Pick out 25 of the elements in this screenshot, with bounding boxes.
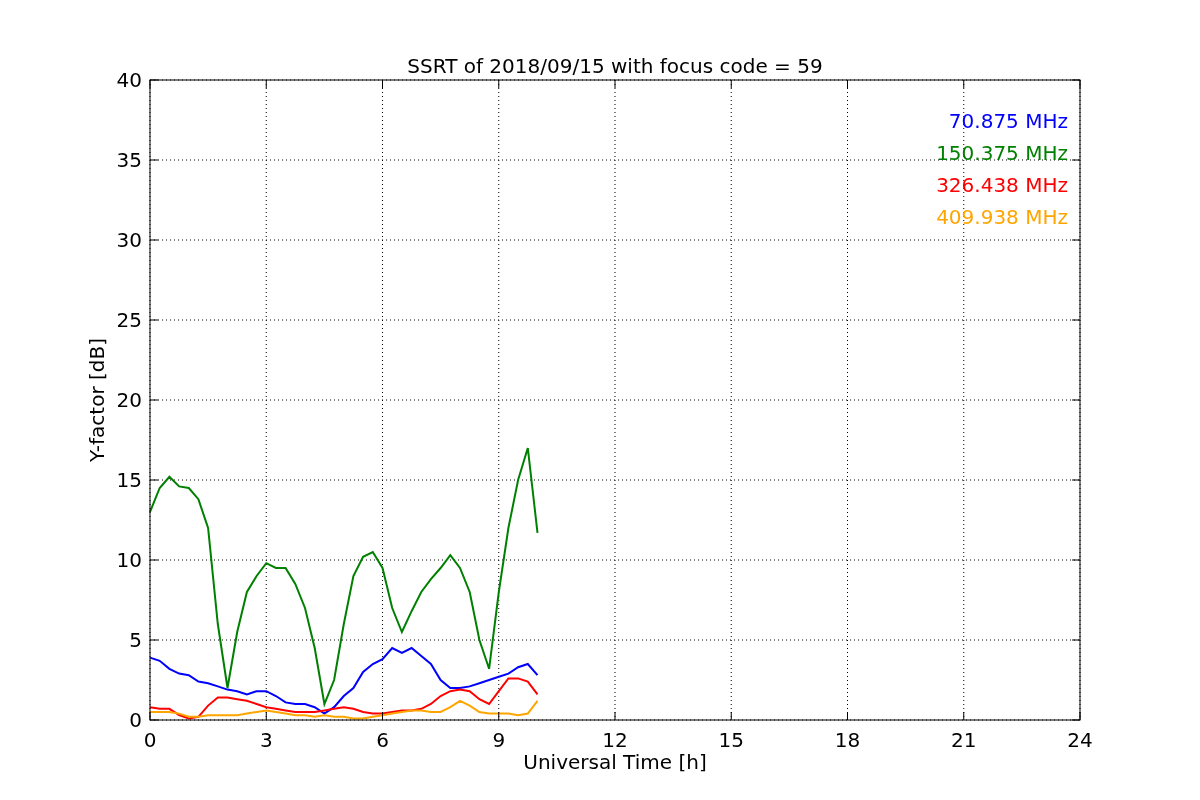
legend-label: 326.438 MHz xyxy=(936,173,1068,197)
y-tick-label: 30 xyxy=(116,228,142,252)
x-tick-label: 24 xyxy=(1067,728,1093,752)
y-axis-label: Y-factor [dB] xyxy=(85,338,109,462)
x-tick-label: 3 xyxy=(259,728,273,752)
y-tick-label: 25 xyxy=(116,308,142,332)
y-tick-label: 0 xyxy=(129,708,142,732)
y-tick-label: 5 xyxy=(129,628,142,652)
x-tick-label: 6 xyxy=(376,728,389,752)
y-tick-label: 10 xyxy=(116,548,142,572)
legend-label: 70.875 MHz xyxy=(948,109,1068,133)
x-tick-label: 12 xyxy=(602,728,628,752)
x-axis-label: Universal Time [h] xyxy=(523,750,707,774)
x-tick-label: 0 xyxy=(143,728,157,752)
x-tick-label: 18 xyxy=(834,728,861,752)
legend-label: 150.375 MHz xyxy=(936,141,1068,165)
y-tick-label: 35 xyxy=(116,148,142,172)
x-tick-label: 15 xyxy=(718,728,744,752)
legend-label: 409.938 MHz xyxy=(936,205,1068,229)
y-tick-label: 15 xyxy=(116,468,142,492)
y-tick-label: 20 xyxy=(116,388,142,412)
x-tick-label: 9 xyxy=(492,728,506,752)
chart-title: SSRT of 2018/09/15 with focus code = 59 xyxy=(407,54,823,78)
x-tick-label: 21 xyxy=(951,728,977,752)
y-tick-label: 40 xyxy=(116,68,142,92)
